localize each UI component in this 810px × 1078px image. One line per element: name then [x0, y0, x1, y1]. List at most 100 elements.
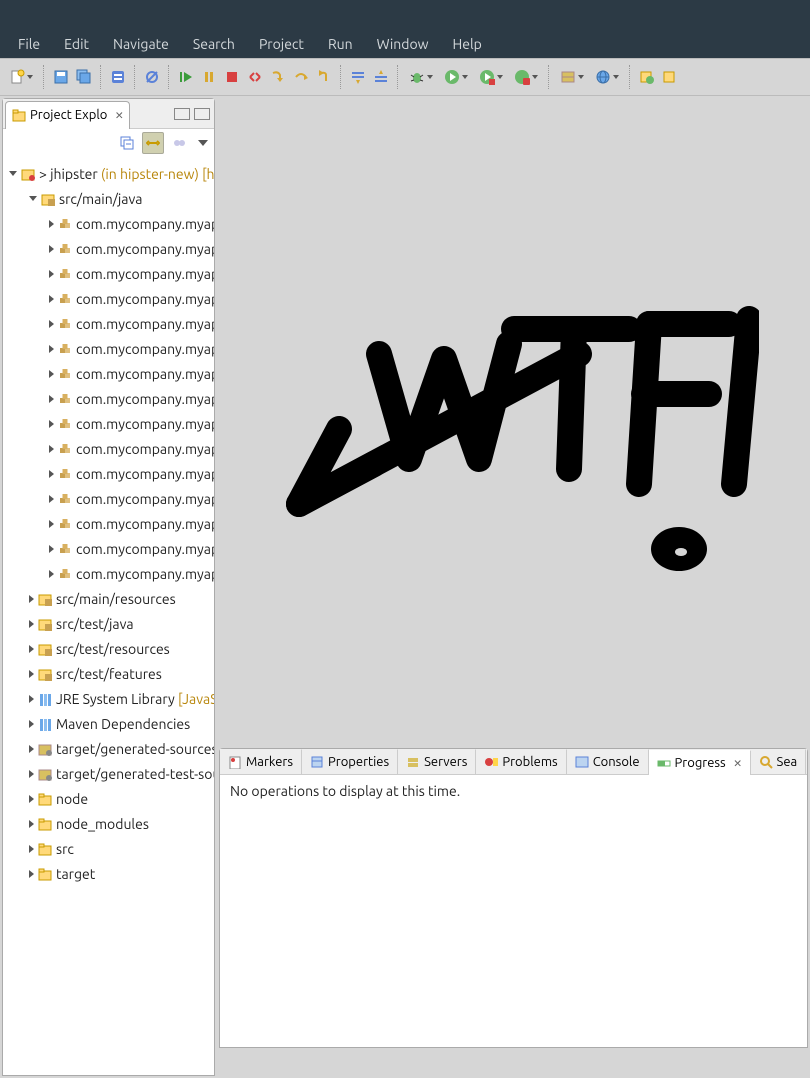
step-over-button[interactable] — [290, 66, 312, 88]
expand-arrow-icon[interactable] — [29, 196, 37, 201]
prev-annotation-button[interactable] — [370, 66, 392, 88]
search-button[interactable] — [659, 66, 681, 88]
skip-breakpoints-button[interactable] — [141, 66, 163, 88]
step-into-button[interactable] — [267, 66, 289, 88]
expand-arrow-icon[interactable] — [49, 420, 54, 428]
run-button[interactable] — [439, 66, 473, 88]
resume-button[interactable] — [175, 66, 197, 88]
browser-button[interactable] — [590, 66, 624, 88]
expand-arrow-icon[interactable] — [49, 370, 54, 378]
debug-button[interactable] — [404, 66, 438, 88]
link-editor-button[interactable] — [142, 132, 164, 154]
tree-package[interactable]: com.mycompany.myapp.aop.logging — [3, 236, 214, 261]
tree-package[interactable]: com.mycompany.myapp.config — [3, 261, 214, 286]
terminate-button[interactable] — [221, 66, 243, 88]
tree-item[interactable]: src/main/resources — [3, 586, 214, 611]
expand-arrow-icon[interactable] — [49, 470, 54, 478]
tree-item[interactable]: Maven Dependencies — [3, 711, 214, 736]
expand-arrow-icon[interactable] — [29, 770, 34, 778]
tree-package[interactable]: com.mycompany.myapp.service.mapper — [3, 461, 214, 486]
expand-arrow-icon[interactable] — [29, 695, 34, 703]
expand-arrow-icon[interactable] — [29, 795, 34, 803]
suspend-button[interactable] — [198, 66, 220, 88]
expand-arrow-icon[interactable] — [49, 545, 54, 553]
expand-arrow-icon[interactable] — [49, 495, 54, 503]
save-all-button[interactable] — [73, 66, 95, 88]
maximize-pane-button[interactable] — [194, 108, 210, 120]
tree-item[interactable]: target/generated-sources/annotations — [3, 736, 214, 761]
tree-package[interactable]: com.mycompany.myapp.security.jwt — [3, 386, 214, 411]
menu-edit[interactable]: Edit — [52, 32, 101, 56]
tab-progress[interactable]: Progress✕ — [649, 750, 751, 775]
tree-package[interactable]: com.mycompany.myapp.security — [3, 361, 214, 386]
tree-src-main-java[interactable]: src/main/java — [3, 186, 214, 211]
expand-arrow-icon[interactable] — [49, 570, 54, 578]
project-tree[interactable]: > jhipster (in hipster-new) [hipster-new… — [3, 157, 214, 1075]
toggle-breadcrumb-button[interactable] — [107, 66, 129, 88]
tree-item[interactable]: node_modules — [3, 811, 214, 836]
external-tools-button[interactable] — [509, 66, 543, 88]
run-last-button[interactable] — [474, 66, 508, 88]
expand-arrow-icon[interactable] — [29, 870, 34, 878]
tab-console[interactable]: Console — [567, 749, 649, 774]
expand-arrow-icon[interactable] — [49, 445, 54, 453]
tree-package[interactable]: com.mycompany.myapp.web.rest.vm — [3, 561, 214, 586]
expand-arrow-icon[interactable] — [29, 845, 34, 853]
tab-markers[interactable]: Markers — [220, 749, 302, 774]
expand-arrow-icon[interactable] — [29, 720, 34, 728]
tree-item[interactable]: src/test/java — [3, 611, 214, 636]
menu-navigate[interactable]: Navigate — [101, 32, 181, 56]
tab-problems[interactable]: Problems — [476, 749, 566, 774]
step-return-button[interactable] — [313, 66, 335, 88]
tree-item[interactable]: src — [3, 836, 214, 861]
menu-window[interactable]: Window — [365, 32, 441, 56]
new-button[interactable] — [4, 66, 38, 88]
next-annotation-button[interactable] — [347, 66, 369, 88]
menu-run[interactable]: Run — [316, 32, 365, 56]
minimize-pane-button[interactable] — [174, 108, 190, 120]
tree-package[interactable]: com.mycompany.myapp — [3, 211, 214, 236]
expand-arrow-icon[interactable] — [49, 245, 54, 253]
view-menu-button[interactable] — [198, 140, 208, 146]
focus-task-button[interactable] — [168, 132, 190, 154]
tree-package[interactable]: com.mycompany.myapp.config.a — [3, 286, 214, 311]
tree-item[interactable]: node — [3, 786, 214, 811]
tree-package[interactable]: com.mycompany.myapp.service — [3, 411, 214, 436]
expand-arrow-icon[interactable] — [49, 320, 54, 328]
disconnect-button[interactable] — [244, 66, 266, 88]
new-server-button[interactable] — [555, 66, 589, 88]
expand-arrow-icon[interactable] — [49, 395, 54, 403]
expand-arrow-icon[interactable] — [49, 295, 54, 303]
tree-item[interactable]: src/test/resources — [3, 636, 214, 661]
tree-item[interactable]: target — [3, 861, 214, 886]
expand-arrow-icon[interactable] — [29, 745, 34, 753]
tab-properties[interactable]: Properties — [302, 749, 398, 774]
tab-servers[interactable]: Servers — [398, 749, 476, 774]
project-explorer-tab[interactable]: Project Explo ✕ — [5, 101, 130, 129]
tree-item[interactable]: src/test/features — [3, 661, 214, 686]
tree-package[interactable]: com.mycompany.myapp.web.rest.errors — [3, 536, 214, 561]
tree-package[interactable]: com.mycompany.myapp.service.util — [3, 486, 214, 511]
expand-arrow-icon[interactable] — [49, 520, 54, 528]
tree-package[interactable]: com.mycompany.myapp.service.dto — [3, 436, 214, 461]
close-tab-icon[interactable]: ✕ — [115, 108, 123, 123]
tree-package[interactable]: com.mycompany.myapp.repository — [3, 336, 214, 361]
save-button[interactable] — [50, 66, 72, 88]
expand-arrow-icon[interactable] — [49, 345, 54, 353]
expand-arrow-icon[interactable] — [29, 645, 34, 653]
menu-file[interactable]: File — [6, 32, 52, 56]
menu-search[interactable]: Search — [181, 32, 247, 56]
tree-item[interactable]: target/generated-test-sources/test-annot… — [3, 761, 214, 786]
expand-arrow-icon[interactable] — [29, 595, 34, 603]
menu-project[interactable]: Project — [247, 32, 316, 56]
expand-arrow-icon[interactable] — [29, 670, 34, 678]
menu-help[interactable]: Help — [441, 32, 494, 56]
tree-item[interactable]: JRE System Library [JavaSE-1.8] — [3, 686, 214, 711]
expand-arrow-icon[interactable] — [49, 270, 54, 278]
expand-arrow-icon[interactable] — [49, 220, 54, 228]
expand-arrow-icon[interactable] — [29, 620, 34, 628]
tab-search[interactable]: Sea — [751, 749, 807, 774]
tree-package[interactable]: com.mycompany.myapp.domain — [3, 311, 214, 336]
open-type-button[interactable] — [636, 66, 658, 88]
expand-arrow-icon[interactable] — [9, 171, 17, 176]
